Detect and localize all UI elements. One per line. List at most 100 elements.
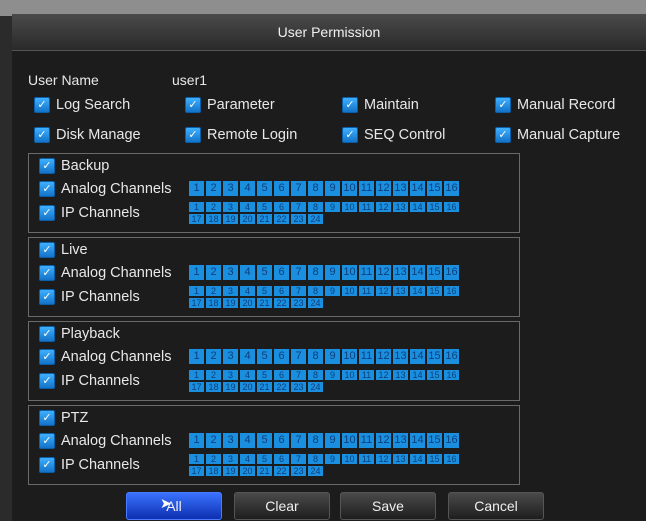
- channel-button[interactable]: 9: [325, 370, 340, 380]
- channel-button[interactable]: 15: [427, 181, 442, 196]
- channel-button[interactable]: 7: [291, 349, 306, 364]
- maintain-checkbox[interactable]: ✓ Maintain: [342, 97, 419, 113]
- channel-button[interactable]: 24: [308, 466, 323, 476]
- channel-button[interactable]: 1: [189, 454, 204, 464]
- channel-button[interactable]: 7: [291, 181, 306, 196]
- channel-button[interactable]: 21: [257, 382, 272, 392]
- channel-button[interactable]: 22: [274, 214, 289, 224]
- channel-button[interactable]: 12: [376, 181, 391, 196]
- channel-button[interactable]: 9: [325, 286, 340, 296]
- channel-button[interactable]: 23: [291, 382, 306, 392]
- channel-button[interactable]: 13: [393, 433, 408, 448]
- channel-button[interactable]: 4: [240, 454, 255, 464]
- ptz-checkbox[interactable]: ✓ PTZ: [39, 410, 88, 426]
- channel-button[interactable]: 12: [376, 454, 391, 464]
- channel-button[interactable]: 1: [189, 370, 204, 380]
- channel-button[interactable]: 14: [410, 265, 425, 280]
- ip-channels-checkbox[interactable]: ✓ IP Channels: [39, 205, 140, 221]
- channel-button[interactable]: 11: [359, 286, 374, 296]
- channel-button[interactable]: 1: [189, 349, 204, 364]
- channel-button[interactable]: 16: [444, 454, 459, 464]
- playback-checkbox[interactable]: ✓ Playback: [39, 326, 120, 342]
- channel-button[interactable]: 4: [240, 349, 255, 364]
- channel-button[interactable]: 6: [274, 370, 289, 380]
- channel-button[interactable]: 9: [325, 433, 340, 448]
- channel-button[interactable]: 9: [325, 454, 340, 464]
- channel-button[interactable]: 18: [206, 466, 221, 476]
- channel-button[interactable]: 22: [274, 298, 289, 308]
- channel-button[interactable]: 23: [291, 466, 306, 476]
- channel-button[interactable]: 7: [291, 370, 306, 380]
- channel-button[interactable]: 24: [308, 382, 323, 392]
- channel-button[interactable]: 9: [325, 202, 340, 212]
- channel-button[interactable]: 18: [206, 298, 221, 308]
- channel-button[interactable]: 3: [223, 265, 238, 280]
- channel-button[interactable]: 5: [257, 454, 272, 464]
- channel-button[interactable]: 10: [342, 202, 357, 212]
- channel-button[interactable]: 7: [291, 202, 306, 212]
- channel-button[interactable]: 2: [206, 265, 221, 280]
- analog-channels-checkbox[interactable]: ✓ Analog Channels: [39, 433, 171, 449]
- channel-button[interactable]: 14: [410, 349, 425, 364]
- channel-button[interactable]: 13: [393, 454, 408, 464]
- channel-button[interactable]: 21: [257, 298, 272, 308]
- channel-button[interactable]: 18: [206, 382, 221, 392]
- channel-button[interactable]: 23: [291, 214, 306, 224]
- channel-button[interactable]: 8: [308, 454, 323, 464]
- channel-button[interactable]: 11: [359, 265, 374, 280]
- clear-button[interactable]: Clear: [234, 492, 330, 520]
- channel-button[interactable]: 12: [376, 433, 391, 448]
- channel-button[interactable]: 14: [410, 454, 425, 464]
- channel-button[interactable]: 15: [427, 454, 442, 464]
- analog-channels-checkbox[interactable]: ✓ Analog Channels: [39, 349, 171, 365]
- channel-button[interactable]: 3: [223, 202, 238, 212]
- backup-checkbox[interactable]: ✓ Backup: [39, 158, 109, 174]
- channel-button[interactable]: 14: [410, 181, 425, 196]
- analog-channels-checkbox[interactable]: ✓ Analog Channels: [39, 265, 171, 281]
- channel-button[interactable]: 16: [444, 349, 459, 364]
- channel-button[interactable]: 15: [427, 349, 442, 364]
- channel-button[interactable]: 6: [274, 286, 289, 296]
- channel-button[interactable]: 19: [223, 466, 238, 476]
- parameter-checkbox[interactable]: ✓ Parameter: [185, 97, 275, 113]
- channel-button[interactable]: 5: [257, 265, 272, 280]
- channel-button[interactable]: 8: [308, 265, 323, 280]
- channel-button[interactable]: 21: [257, 466, 272, 476]
- channel-button[interactable]: 2: [206, 181, 221, 196]
- disk-manage-checkbox[interactable]: ✓ Disk Manage: [34, 127, 141, 143]
- channel-button[interactable]: 1: [189, 265, 204, 280]
- channel-button[interactable]: 22: [274, 466, 289, 476]
- manual-record-checkbox[interactable]: ✓ Manual Record: [495, 97, 615, 113]
- channel-button[interactable]: 13: [393, 286, 408, 296]
- channel-button[interactable]: 16: [444, 370, 459, 380]
- channel-button[interactable]: 16: [444, 286, 459, 296]
- channel-button[interactable]: 2: [206, 202, 221, 212]
- channel-button[interactable]: 2: [206, 433, 221, 448]
- channel-button[interactable]: 8: [308, 202, 323, 212]
- channel-button[interactable]: 15: [427, 286, 442, 296]
- channel-button[interactable]: 18: [206, 214, 221, 224]
- cancel-button[interactable]: Cancel: [448, 492, 544, 520]
- channel-button[interactable]: 12: [376, 286, 391, 296]
- channel-button[interactable]: 6: [274, 433, 289, 448]
- channel-button[interactable]: 21: [257, 214, 272, 224]
- analog-channels-checkbox[interactable]: ✓ Analog Channels: [39, 181, 171, 197]
- channel-button[interactable]: 3: [223, 349, 238, 364]
- channel-button[interactable]: 12: [376, 349, 391, 364]
- channel-button[interactable]: 15: [427, 202, 442, 212]
- channel-button[interactable]: 1: [189, 181, 204, 196]
- channel-button[interactable]: 23: [291, 298, 306, 308]
- channel-button[interactable]: 1: [189, 286, 204, 296]
- channel-button[interactable]: 2: [206, 454, 221, 464]
- channel-button[interactable]: 11: [359, 181, 374, 196]
- channel-button[interactable]: 8: [308, 286, 323, 296]
- seq-control-checkbox[interactable]: ✓ SEQ Control: [342, 127, 445, 143]
- channel-button[interactable]: 7: [291, 265, 306, 280]
- channel-button[interactable]: 3: [223, 181, 238, 196]
- channel-button[interactable]: 13: [393, 349, 408, 364]
- channel-button[interactable]: 3: [223, 286, 238, 296]
- channel-button[interactable]: 14: [410, 433, 425, 448]
- channel-button[interactable]: 10: [342, 433, 357, 448]
- channel-button[interactable]: 9: [325, 349, 340, 364]
- channel-button[interactable]: 20: [240, 382, 255, 392]
